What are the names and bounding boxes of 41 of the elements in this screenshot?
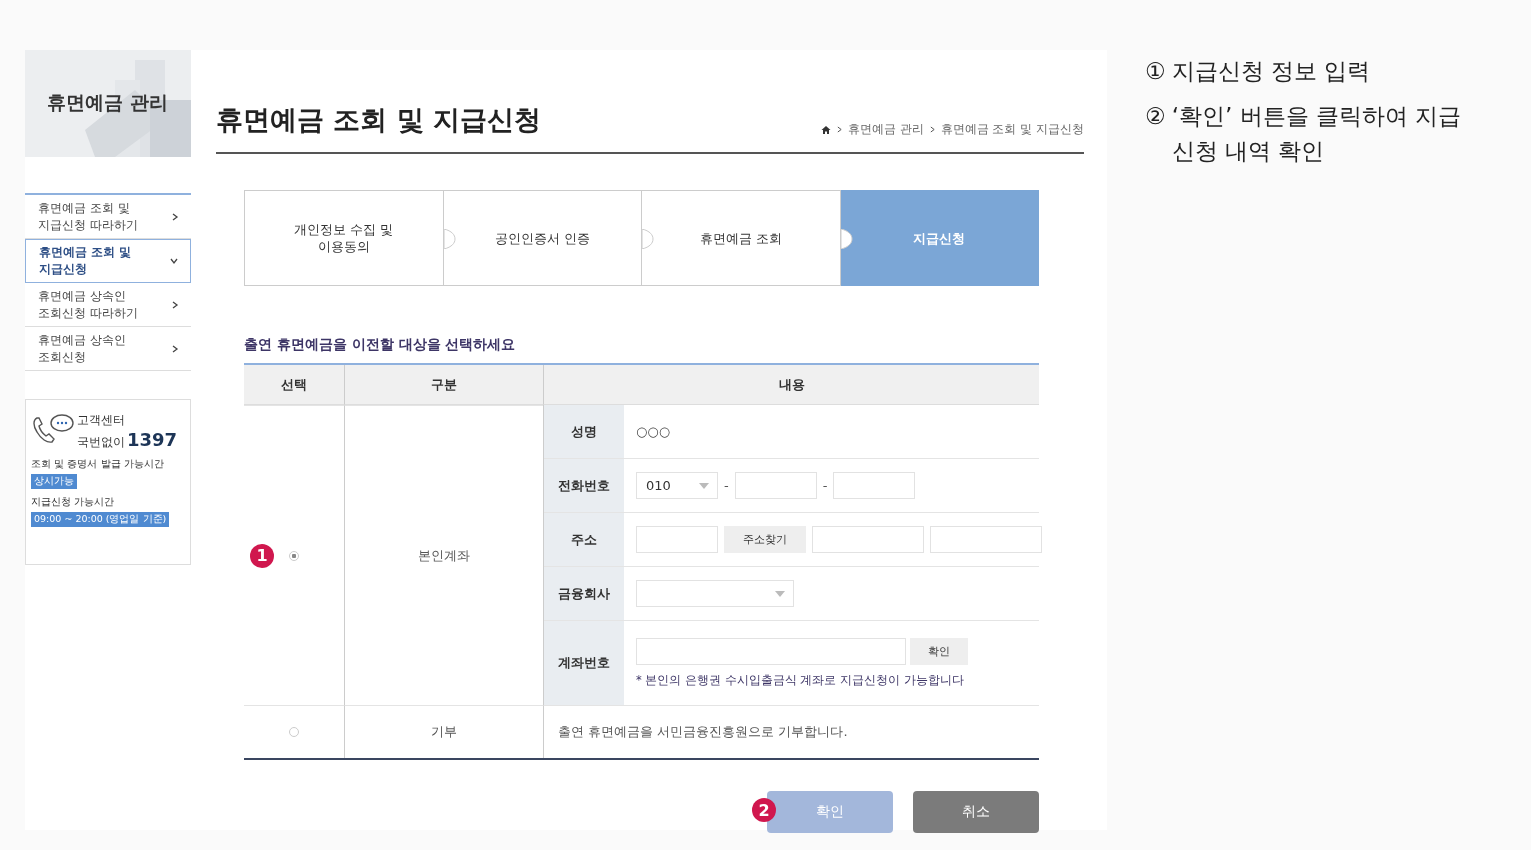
field-label: 주소 (544, 513, 624, 566)
field-label: 계좌번호 (544, 621, 624, 705)
field-label: 금융회사 (544, 567, 624, 620)
sidebar-item[interactable]: 휴면예금 조회 및 지급신청 따라하기 (25, 195, 191, 239)
hours-tag: 09:00 ~ 20:00 (영업일 기준) (31, 512, 170, 527)
hours-title: 조회 및 증명서 발급 가능시간 (31, 457, 164, 471)
step-badge: 2 (752, 798, 776, 822)
dropdown[interactable]: 010 (636, 472, 718, 499)
field-label: 전화번호 (544, 459, 624, 512)
sidebar-item[interactable]: 휴면예금 상속인 조회신청 따라하기 (25, 283, 191, 327)
column-header: 구분 (344, 365, 543, 405)
breadcrumb-link[interactable]: 휴면예금 조회 및 지급신청 (940, 121, 1084, 138)
field-label: 성명 (544, 405, 624, 458)
table-cell: 기부 (344, 705, 543, 758)
sidebar-title: 휴면예금 관리 (47, 90, 168, 115)
note-number: ① (1145, 57, 1166, 86)
contact-prefix: 국번없이 (77, 434, 125, 451)
phone-number: 1397 (127, 429, 178, 450)
field-value: ○○○ (636, 424, 671, 439)
note-text: * 본인의 은행권 수시입출금식 계좌로 지급신청이 가능합니다 (636, 673, 965, 688)
table-cell: 출연 휴면예금을 서민금융진흥원으로 기부합니다. (543, 705, 1039, 758)
table-cell: 본인계좌 (344, 405, 543, 705)
page-title: 휴면예금 조회 및 지급신청 (216, 103, 542, 137)
step-badge: 1 (250, 543, 274, 568)
address-search-button[interactable]: 주소찾기 (724, 526, 806, 553)
sidebar-item[interactable]: 휴면예금 조회 및 지급신청 (25, 239, 191, 283)
separator-text: - (724, 478, 729, 493)
sidebar-item[interactable]: 휴면예금 상속인 조회신청 (25, 327, 191, 371)
column-header: 선택 (244, 365, 344, 405)
hours-tag: 상시가능 (31, 474, 77, 489)
column-header: 내용 (543, 365, 1039, 405)
confirm-button[interactable]: 확인 (910, 638, 968, 665)
note-text: 지급신청 정보 입력 (1171, 57, 1371, 86)
note-number: ② (1145, 102, 1166, 131)
breadcrumb-link[interactable]: 휴면예금 관리 (847, 121, 924, 138)
hours-title: 지급신청 가능시간 (31, 495, 115, 509)
section-title: 출연 휴면예금을 이전할 대상을 선택하세요 (244, 336, 517, 354)
separator-text: - (822, 478, 828, 493)
cancel-button[interactable]: 취소 (913, 791, 1039, 833)
contact-label: 고객센터 (77, 412, 126, 429)
note-text: ‘확인’ 버튼을 클릭하여 지급 신청 내역 확인 (1171, 102, 1463, 166)
